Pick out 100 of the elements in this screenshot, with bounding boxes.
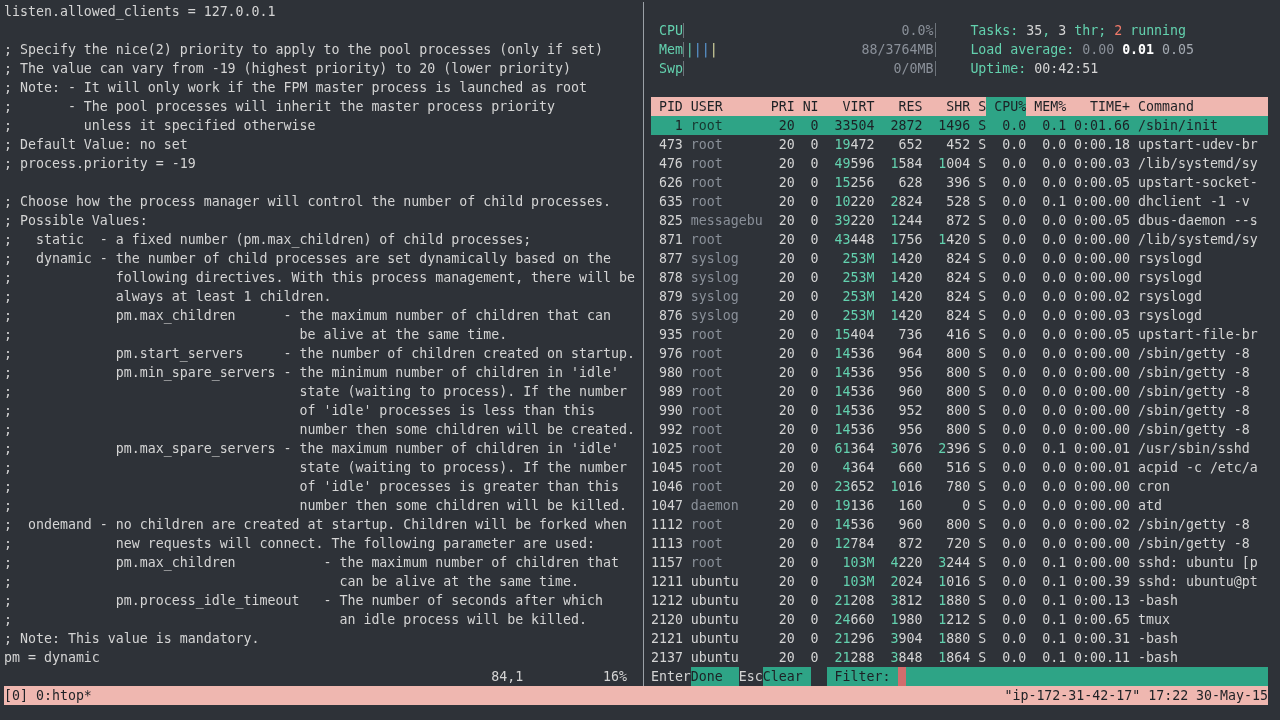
command-cell-text: sshd: ubuntu [p [1138,554,1259,572]
status-text: "ip-172-31-42-17" 17:22 30-May-15 [1004,687,1268,705]
table-cell-text: 0.0 [1001,421,1027,439]
memory-cell-text: 800 [945,383,971,401]
process-row[interactable]: 1045 root 20 0 4364 660 516 S 0.0 0.0 0:00.01 acpid -c /etc/a [650,458,1268,477]
process-row[interactable]: 473 root 20 0 19472 652 452 S 0.0 0.0 0:00.18 upstart-udev-br [650,135,1268,154]
process-row[interactable]: 825 messagebu 20 0 39220 1244 872 S 0.0 0.0 0:00.05 dbus-daemon --s [650,211,1268,230]
user-cell-text: root [690,383,724,401]
code-line: ; state (waiting to process). If the number [4,383,628,401]
process-row[interactable]: 1211 ubuntu 20 0 103M 2024 1016 S 0.0 0.1 0:00.39 sshd: ubuntu@pt [650,572,1268,591]
time-cell-text: 0:00.00 [1073,269,1130,287]
meter-label: CPU [658,22,683,40]
process-row[interactable]: 877 syslog 20 0 253M 1420 824 S 0.0 0.0 0:00.00 rsyslogd [650,249,1268,268]
process-row[interactable]: 989 root 20 0 14536 960 800 S 0.0 0.0 0:00.00 /sbin/getty -8 [650,382,1268,401]
table-cell-text: 20 [777,231,795,249]
process-row[interactable]: 980 root 20 0 14536 956 800 S 0.0 0.0 0:00.00 /sbin/getty -8 [650,363,1268,382]
summary-text: 0.01 [1122,42,1155,57]
column-header[interactable]: CPU% [986,97,1027,116]
memory-cell-text: 824 [945,269,971,287]
memory-cell-text: 3848 [889,649,923,667]
process-row[interactable]: 1 root 20 0 33504 2872 1496 S 0.0 0.1 0:01.66 /sbin/init [650,116,1268,135]
table-cell-text: 0.0 [1001,155,1027,173]
memory-cell-text: 1980 [889,611,923,629]
process-row[interactable]: 1047 daemon 20 0 19136 160 0 S 0.0 0.0 0:00.00 atd [650,496,1268,515]
process-row[interactable]: 476 root 20 0 49596 1584 1004 S 0.0 0.0 0:00.03 /lib/systemd/sy [650,154,1268,173]
window-tab[interactable]: [0] 0:htop* [4,686,92,705]
code-line: ; dynamic - the number of child processes are set dynamically based on the [4,250,612,268]
table-cell-text: 0 [809,573,819,591]
column-header[interactable]: TIME+ [1066,97,1130,116]
process-row[interactable]: 878 syslog 20 0 253M 1420 824 S 0.0 0.0 0:00.00 rsyslogd [650,268,1268,287]
command-cell-text: /sbin/init [1138,117,1219,135]
code-line: ; - The pool processes will inherit the master process priority [4,98,557,116]
process-row[interactable]: 1212 ubuntu 20 0 21208 3812 1880 S 0.0 0.1 0:00.13 -bash [650,591,1268,610]
filter-field[interactable]: Filter: [826,667,1268,686]
process-row[interactable]: 626 root 20 0 15256 628 396 S 0.0 0.0 0:00.05 upstart-socket- [650,173,1268,192]
time-cell-text: 0:00.18 [1073,136,1130,154]
column-header[interactable]: PID [650,97,683,116]
process-row[interactable]: 871 root 20 0 43448 1756 1420 S 0.0 0.0 0:00.00 /lib/systemd/sy [650,230,1268,249]
memory-cell-text: 253M [841,307,875,325]
table-cell-text: 0.0 [1001,269,1027,287]
time-cell-text: 0:00.00 [1073,421,1130,439]
function-button[interactable]: Clear [762,667,811,686]
memory-cell-text: 780 [945,478,971,496]
process-row[interactable]: 1025 root 20 0 61364 3076 2396 S 0.0 0.1 0:00.01 /usr/sbin/sshd [650,439,1268,458]
process-row[interactable]: 2137 ubuntu 20 0 21288 3848 1864 S 0.0 0.1 0:00.11 -bash [650,648,1268,667]
pid-cell-text: 2120 [650,611,683,629]
time-cell-text: 0:00.01 [1073,440,1130,458]
process-row[interactable]: 990 root 20 0 14536 952 800 S 0.0 0.0 0:00.00 /sbin/getty -8 [650,401,1268,420]
process-row[interactable]: 1157 root 20 0 103M 4220 3244 S 0.0 0.1 0:00.00 sshd: ubuntu [p [650,553,1268,572]
memory-cell-text: 2396 [937,440,971,458]
table-cell-text: 0.0 [1041,459,1067,477]
pid-cell-text: 976 [657,345,683,363]
process-row[interactable]: 976 root 20 0 14536 964 800 S 0.0 0.0 0:00.00 /sbin/getty -8 [650,344,1268,363]
memory-cell-text: 160 [897,497,923,515]
pid-cell-text: 1046 [650,478,683,496]
process-row[interactable]: 2121 ubuntu 20 0 21296 3904 1880 S 0.0 0.1 0:00.31 -bash [650,629,1268,648]
process-row[interactable]: 1046 root 20 0 23652 1016 780 S 0.0 0.0 0:00.00 cron [650,477,1268,496]
process-row[interactable]: 879 syslog 20 0 253M 1420 824 S 0.0 0.0 0:00.02 rsyslogd [650,287,1268,306]
user-cell-text: ubuntu [690,573,740,591]
pid-cell-text: 879 [657,288,683,306]
process-row[interactable]: 1113 root 20 0 12784 872 720 S 0.0 0.0 0:00.00 /sbin/getty -8 [650,534,1268,553]
column-header[interactable]: S [970,97,987,116]
command-cell-text: rsyslogd [1138,250,1203,268]
pid-cell-text: 2121 [650,630,683,648]
table-cell-text: 20 [777,364,795,382]
process-row[interactable]: 635 root 20 0 10220 2824 528 S 0.0 0.1 0:00.00 dhclient -1 -v [650,192,1268,211]
table-cell-text: 0.0 [1001,478,1027,496]
memory-cell-text: 1496 [937,117,971,135]
user-cell-text: root [690,174,724,192]
summary-text: Tasks: [970,23,1020,38]
column-header[interactable]: RES [874,97,923,116]
column-header[interactable]: PRI [770,97,795,116]
memory-cell-text: 1880 [937,592,971,610]
user-cell-text: syslog [690,250,740,268]
summary-text: Load average: [970,42,1075,57]
user-cell-text: root [690,364,724,382]
user-cell-text: ubuntu [690,592,740,610]
state-cell-text: S [977,193,987,211]
time-cell-text: 0:00.00 [1073,554,1130,572]
code-line: ; number then some children will be killed. [4,497,628,515]
pid-cell-text: 878 [657,269,683,287]
process-row[interactable]: 992 root 20 0 14536 956 800 S 0.0 0.0 0:00.00 /sbin/getty -8 [650,420,1268,439]
state-cell-text: S [977,326,987,344]
column-header[interactable]: VIRT [818,97,875,116]
table-cell-text: 0 [809,516,819,534]
process-row[interactable]: 876 syslog 20 0 253M 1420 824 S 0.0 0.0 0:00.03 rsyslogd [650,306,1268,325]
time-cell-text: 0:00.11 [1073,649,1130,667]
process-row[interactable]: 935 root 20 0 15404 736 416 S 0.0 0.0 0:00.05 upstart-file-br [650,325,1268,344]
memory-cell-text: 2024 [889,573,923,591]
process-row[interactable]: 2120 ubuntu 20 0 24660 1980 1212 S 0.0 0.1 0:00.65 tmux [650,610,1268,629]
column-header[interactable]: SHR [922,97,971,116]
column-header[interactable]: USER [690,97,771,116]
column-header[interactable]: NI [794,97,819,116]
table-cell-text: 0.0 [1001,174,1027,192]
column-header[interactable]: Command [1138,97,1266,116]
table-cell-text: 0.0 [1041,478,1067,496]
table-cell-text: 20 [777,573,795,591]
column-header[interactable]: MEM% [1026,97,1067,116]
table-cell-text: 20 [777,383,795,401]
process-row[interactable]: 1112 root 20 0 14536 960 800 S 0.0 0.0 0:00.02 /sbin/getty -8 [650,515,1268,534]
